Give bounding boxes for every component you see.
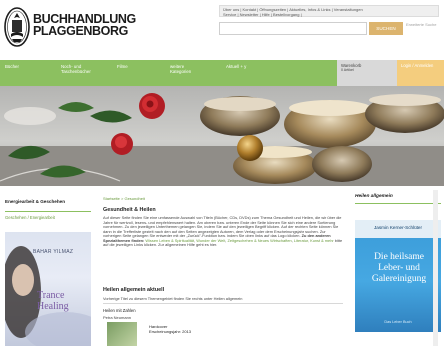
recommended-book-title: Die heilsame Leber- und Galereinigung: [361, 252, 437, 285]
cart-count: 0 Artikel: [341, 68, 354, 72]
featured-book-title-line-1: Trance: [37, 290, 65, 301]
product-title[interactable]: Heilen mit Zahlen: [103, 308, 136, 313]
product-details: Hardcover Erscheinungsjahr: 2013: [149, 324, 192, 335]
product-thumbnail[interactable]: [107, 322, 137, 346]
product-author[interactable]: Petra Neumann: [103, 315, 131, 320]
nav-item-films[interactable]: Filme: [117, 64, 128, 69]
nav-item-current[interactable]: Aktuell + y: [226, 64, 246, 69]
nav-item-books[interactable]: Bücher: [5, 64, 19, 69]
nav-item-more-categories[interactable]: weitere Kategorien: [170, 64, 204, 74]
featured-book-author: BAHAR YILMAZ: [33, 249, 74, 255]
section-title: Heilen allgemein aktuell: [103, 287, 165, 293]
left-sidebar: Energiearbeit & Geschehen Geschehen / En…: [0, 190, 96, 346]
divider: [103, 303, 343, 304]
recommended-book-cover[interactable]: Jasmin Kerner-Schlüter Die heilsame Lebe…: [355, 220, 441, 332]
link-zeitgeschehen[interactable]: Zeitgeschehen & Neues Wirtschaften: [227, 238, 291, 243]
recommended-book-title-line-3: Galereinigung: [371, 274, 427, 284]
top-links-line-2[interactable]: Service | Newsletter | Hilfe | Bestellvo…: [223, 12, 435, 17]
divider: [5, 211, 91, 212]
recommended-book-title-line-2: Leber- und: [378, 263, 420, 273]
right-sidebar-title[interactable]: Heilen allgemein: [355, 194, 393, 199]
singing-bowls-photo: [0, 93, 444, 186]
page-title: Gesundheit & Heilen: [103, 207, 156, 213]
top-links-bar[interactable]: Über uns | Kontakt | Öffnungszeiten | Ak…: [219, 5, 439, 17]
link-literatur-kunst[interactable]: Literatur, Kunst & mehr: [294, 238, 334, 243]
logo-seal-icon[interactable]: [4, 6, 30, 48]
product-year: Erscheinungsjahr: 2013: [149, 328, 192, 334]
featured-book-cover[interactable]: BAHAR YILMAZ Trance Healing: [5, 232, 91, 346]
featured-book-title: Trance Healing: [37, 290, 69, 312]
featured-book-title-line-2: Healing: [37, 301, 69, 312]
left-sidebar-title: Energiearbeit & Geschehen: [5, 199, 65, 204]
site-header: BUCHHANDLUNG PLAGGENBORG Über uns | Kont…: [0, 0, 444, 56]
logo-line-2: PLAGGENBORG: [33, 24, 128, 38]
section-note: Vorherige Titel zu diesem Themengebiet f…: [103, 296, 243, 301]
search-button[interactable]: SUCHEN: [369, 22, 403, 35]
nav-item-paperbacks[interactable]: Noch- und Taschenbücher: [61, 64, 101, 74]
breadcrumb[interactable]: Startseite > Gesundheit: [103, 196, 145, 201]
recommended-book-author: Jasmin Kerner-Schlüter: [374, 225, 422, 230]
left-sidebar-link[interactable]: Geschehen / Energiearbeit: [5, 215, 55, 220]
recommended-book-title-line-1: Die heilsame: [374, 252, 424, 262]
search-input[interactable]: [219, 22, 367, 35]
hero-image: [0, 86, 444, 186]
cart-button[interactable]: Warenkorb 0 Artikel: [337, 60, 397, 86]
logo-wordmark[interactable]: BUCHHANDLUNG PLAGGENBORG: [33, 13, 136, 38]
intro-text: Auf dieser Seite finden Sie eine umfasse…: [103, 215, 343, 248]
divider: [355, 203, 441, 204]
advanced-search-link[interactable]: Erweiterte Suche: [406, 22, 440, 27]
main-content: Startseite > Gesundheit Gesundheit & Hei…: [103, 190, 346, 346]
recommended-book-footer: Das Leber Buch: [384, 320, 412, 324]
help-link[interactable]: Zur allgemeinen Hilfe geht es hier.: [158, 242, 217, 248]
right-sidebar: Heilen allgemein Jasmin Kerner-Schlüter …: [350, 190, 444, 346]
scrollbar[interactable]: [433, 190, 438, 346]
login-button[interactable]: Login / Anmelden: [397, 60, 444, 86]
